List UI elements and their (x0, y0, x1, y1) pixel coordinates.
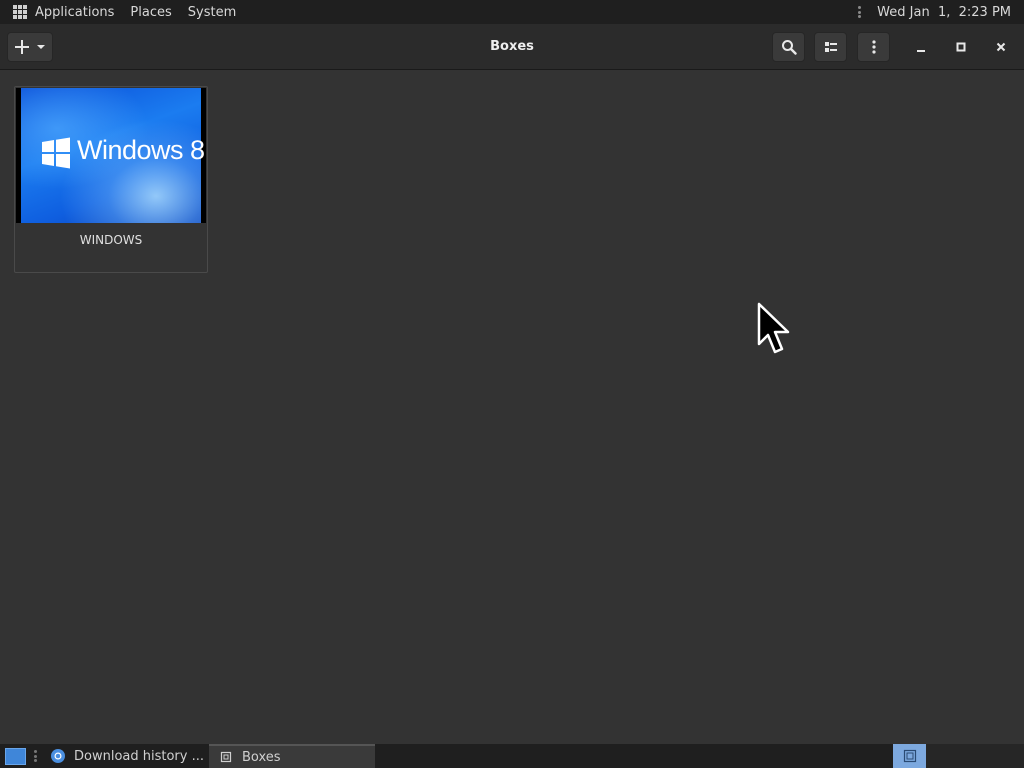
box-item-windows[interactable]: Windows 8 WINDOWS (14, 86, 208, 273)
box-name: WINDOWS (79, 233, 143, 247)
boxes-collection: Windows 8 WINDOWS (0, 71, 1024, 744)
search-button[interactable] (772, 32, 805, 62)
headerbar: Boxes (0, 24, 1024, 70)
mouse-pointer-icon (757, 302, 790, 354)
close-icon (996, 42, 1006, 52)
minimize-button[interactable] (906, 32, 936, 62)
boxes-app-icon (218, 749, 234, 765)
menu-system[interactable]: System (188, 5, 236, 20)
close-button[interactable] (986, 32, 1016, 62)
panel-separator-icon (857, 6, 861, 18)
box-thumbnail[interactable]: Windows 8 (16, 88, 206, 223)
search-icon (781, 40, 797, 55)
list-view-button[interactable] (814, 32, 847, 62)
menu-places[interactable]: Places (130, 5, 171, 20)
clock[interactable]: Wed Jan 1, 2:23 PM (877, 5, 1011, 20)
thumbnail-os-title: Windows 8 (77, 135, 205, 165)
menu-applications[interactable]: Applications (35, 5, 114, 20)
minimize-icon (917, 50, 925, 52)
task-label: Boxes (242, 749, 281, 765)
taskbar: Download history ... Boxes (0, 744, 1024, 768)
chevron-down-icon (36, 45, 45, 49)
task-label: Download history ... (74, 748, 204, 764)
maximize-button[interactable] (946, 32, 976, 62)
show-desktop-button[interactable] (5, 748, 26, 765)
maximize-icon (956, 42, 966, 52)
main-menu-button[interactable] (857, 32, 890, 62)
task-boxes[interactable]: Boxes (209, 744, 375, 768)
plus-icon (14, 40, 29, 54)
workspace-1[interactable] (893, 744, 926, 768)
applications-grid-icon[interactable] (13, 5, 27, 19)
task-download-history[interactable]: Download history ... (44, 744, 206, 768)
windows-logo-icon (42, 137, 70, 169)
taskbar-separator-icon (33, 750, 37, 762)
browser-icon (50, 748, 66, 764)
workspace-window-icon (903, 749, 916, 763)
window-title: Boxes (490, 39, 534, 54)
kebab-menu-icon (871, 40, 876, 54)
workspace-2[interactable] (926, 744, 1024, 768)
new-box-button[interactable] (7, 32, 53, 62)
list-view-icon (824, 42, 837, 52)
top-panel: Applications Places System Wed Jan 1, 2:… (0, 0, 1024, 24)
